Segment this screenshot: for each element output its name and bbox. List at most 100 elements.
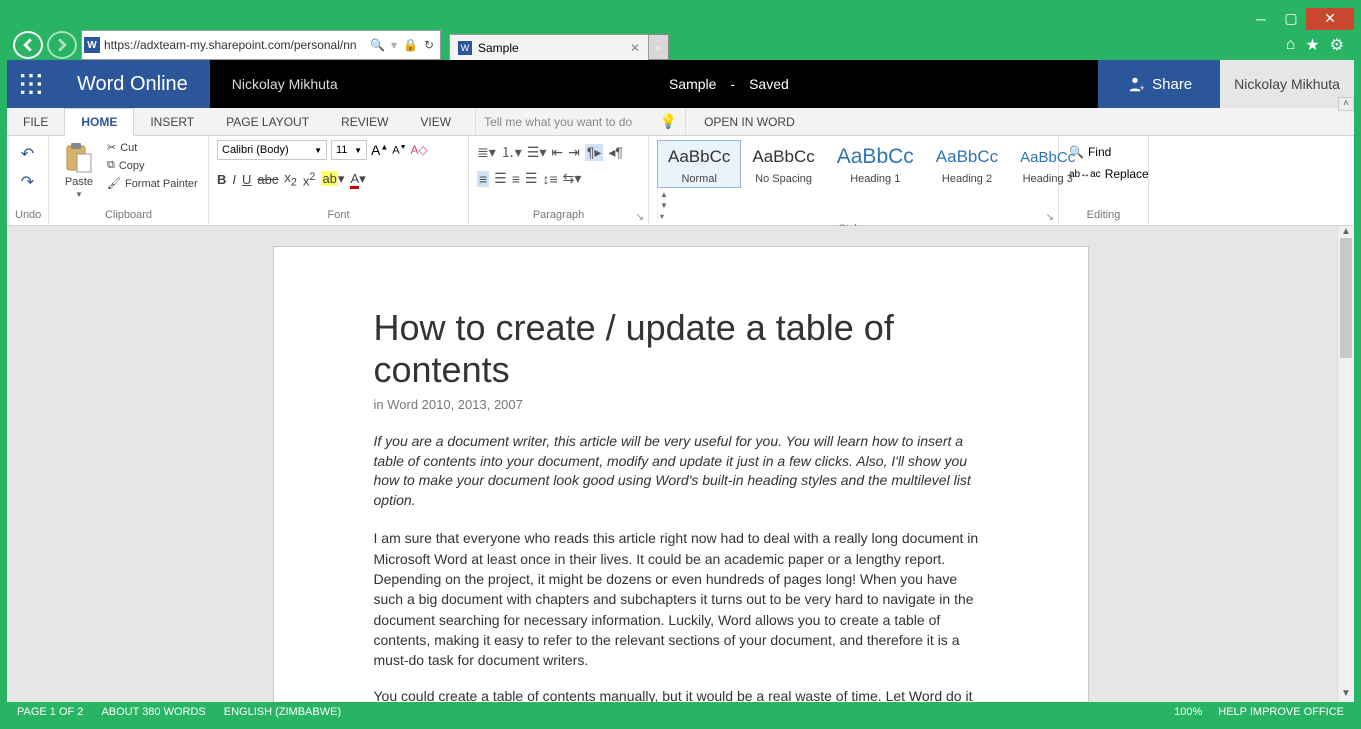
status-page[interactable]: PAGE 1 OF 2 [17,706,83,718]
italic-button[interactable]: I [232,172,236,187]
style-heading-3[interactable]: AaBbCcHeading 3 [1009,140,1086,188]
cut-icon: ✂ [107,141,116,154]
font-name-select[interactable]: Calibri (Body)▼ [217,140,327,160]
page[interactable]: How to create / update a table of conten… [273,246,1089,702]
align-left-button[interactable]: ≡ [477,171,489,187]
copy-button[interactable]: ⧉Copy [105,158,200,173]
document-name[interactable]: Sample [669,76,716,92]
tab-page-layout[interactable]: PAGE LAYOUT [210,108,325,135]
align-center-button[interactable]: ☰ [494,170,507,187]
share-button[interactable]: + Share [1098,60,1220,108]
grow-font-button[interactable]: A▲ [371,142,388,158]
collapse-ribbon-button[interactable]: ˄ [1338,97,1354,111]
styles-scroll-down[interactable]: ▼ [660,201,1048,210]
vertical-scrollbar[interactable]: ▲ ▼ [1337,226,1354,702]
paste-button[interactable]: Paste ▼ [57,140,101,201]
font-color-button[interactable]: A▾ [350,171,365,187]
undo-button[interactable]: ↶ [21,144,34,164]
clear-format-button[interactable]: A◇ [411,143,428,157]
style-name-label: Heading 2 [942,173,992,185]
bullets-button[interactable]: ≣▾ [477,144,496,161]
tell-me-search[interactable]: Tell me what you want to do 💡 [475,108,685,135]
ltr-button[interactable]: ¶▸ [585,144,604,161]
justify-button[interactable]: ☰ [525,170,538,187]
format-painter-button[interactable]: 🖌Format Painter [105,176,200,191]
url-input[interactable] [104,38,366,52]
style-heading-1[interactable]: AaBbCcHeading 1 [826,140,925,188]
status-words[interactable]: ABOUT 380 WORDS [101,706,205,718]
favorites-icon[interactable]: ★ [1305,35,1319,55]
increase-indent-button[interactable]: ⇥ [568,144,580,161]
paragraph-launcher-icon[interactable]: ↘ [636,212,644,223]
status-language[interactable]: ENGLISH (ZIMBABWE) [224,706,341,718]
svg-text:+: + [1140,83,1145,93]
tools-icon[interactable]: ⚙ [1330,35,1344,55]
styles-more[interactable]: ▾ [660,212,1048,221]
font-size-select[interactable]: 11▼ [331,140,367,160]
style-name-label: Heading 3 [1023,173,1073,185]
window-titlebar: ─ ▢ ✕ [7,7,1354,30]
open-in-word-button[interactable]: OPEN IN WORD [685,108,813,135]
subscript-button[interactable]: x2 [284,170,297,189]
special-indent-button[interactable]: ⇆▾ [563,170,582,187]
browser-tab-active[interactable]: W Sample ✕ [449,34,649,60]
home-icon[interactable]: ⌂ [1286,36,1296,54]
cut-button[interactable]: ✂Cut [105,140,200,155]
forward-button[interactable] [47,31,77,59]
tab-view[interactable]: VIEW [404,108,467,135]
signed-in-user[interactable]: Nickolay Mikhuta [1220,60,1354,108]
bold-button[interactable]: B [217,172,226,187]
tab-file[interactable]: FILE [7,108,64,135]
word-favicon: W [458,41,472,55]
app-name[interactable]: Word Online [55,60,210,108]
shrink-font-button[interactable]: A▼ [392,144,406,157]
format-painter-icon: 🖌 [107,177,121,190]
multilevel-button[interactable]: ☰▾ [527,144,547,161]
tab-insert[interactable]: INSERT [134,108,210,135]
header-account-left: Nickolay Mikhuta [210,76,360,92]
highlight-button[interactable]: ab▾ [321,171,344,187]
search-icon[interactable]: 🔍 [370,38,385,52]
decrease-indent-button[interactable]: ⇤ [551,144,563,161]
numbering-button[interactable]: ⒈▾ [501,142,522,162]
status-help-improve[interactable]: HELP IMPROVE OFFICE [1218,706,1344,718]
superscript-button[interactable]: x2 [303,171,316,188]
maximize-button[interactable]: ▢ [1276,8,1306,30]
share-icon: + [1126,75,1144,93]
styles-scroll-up[interactable]: ▲ [660,190,1048,199]
status-zoom[interactable]: 100% [1174,706,1202,718]
address-bar[interactable]: W 🔍▾ 🔒 ↻ [81,30,441,60]
strike-button[interactable]: abc [257,172,278,187]
styles-launcher-icon[interactable]: ↘ [1046,212,1054,223]
group-label-paragraph: Paragraph [477,209,640,223]
new-tab-button[interactable]: ▫ [649,34,669,60]
style-normal[interactable]: AaBbCcNormal [657,140,741,188]
group-label-font: Font [217,209,460,223]
tab-review[interactable]: REVIEW [325,108,404,135]
align-right-button[interactable]: ≡ [512,171,520,187]
close-button[interactable]: ✕ [1306,8,1354,30]
tab-home[interactable]: HOME [64,108,134,136]
style-heading-2[interactable]: AaBbCcHeading 2 [925,140,1009,188]
minimize-button[interactable]: ─ [1246,8,1276,30]
style-no-spacing[interactable]: AaBbCcNo Spacing [741,140,825,188]
refresh-icon[interactable]: ↻ [424,38,434,52]
word-favicon: W [84,37,100,53]
close-tab-icon[interactable]: ✕ [630,41,640,55]
doc-separator: - [730,76,735,92]
redo-button[interactable]: ↷ [21,172,34,192]
rtl-button[interactable]: ◂¶ [608,144,623,161]
style-preview: AaBbCc [837,143,914,171]
scroll-thumb[interactable] [1340,238,1352,358]
doc-heading: How to create / update a table of conten… [374,307,988,391]
ribbon: ↶ ↷ Undo Paste ▼ ✂Cut ⧉Copy 🖌Format Pain… [7,136,1354,226]
app-launcher-icon[interactable] [7,60,55,108]
line-spacing-button[interactable]: ↕≡ [542,171,557,187]
app-header: Word Online Nickolay Mikhuta Sample - Sa… [7,60,1354,108]
tab-title: Sample [478,41,519,55]
scroll-down-icon[interactable]: ▼ [1338,688,1354,702]
underline-button[interactable]: U [242,172,251,187]
style-preview: AaBbCc [668,143,730,171]
status-bar: PAGE 1 OF 2 ABOUT 380 WORDS ENGLISH (ZIM… [7,702,1354,722]
back-button[interactable] [13,31,43,59]
